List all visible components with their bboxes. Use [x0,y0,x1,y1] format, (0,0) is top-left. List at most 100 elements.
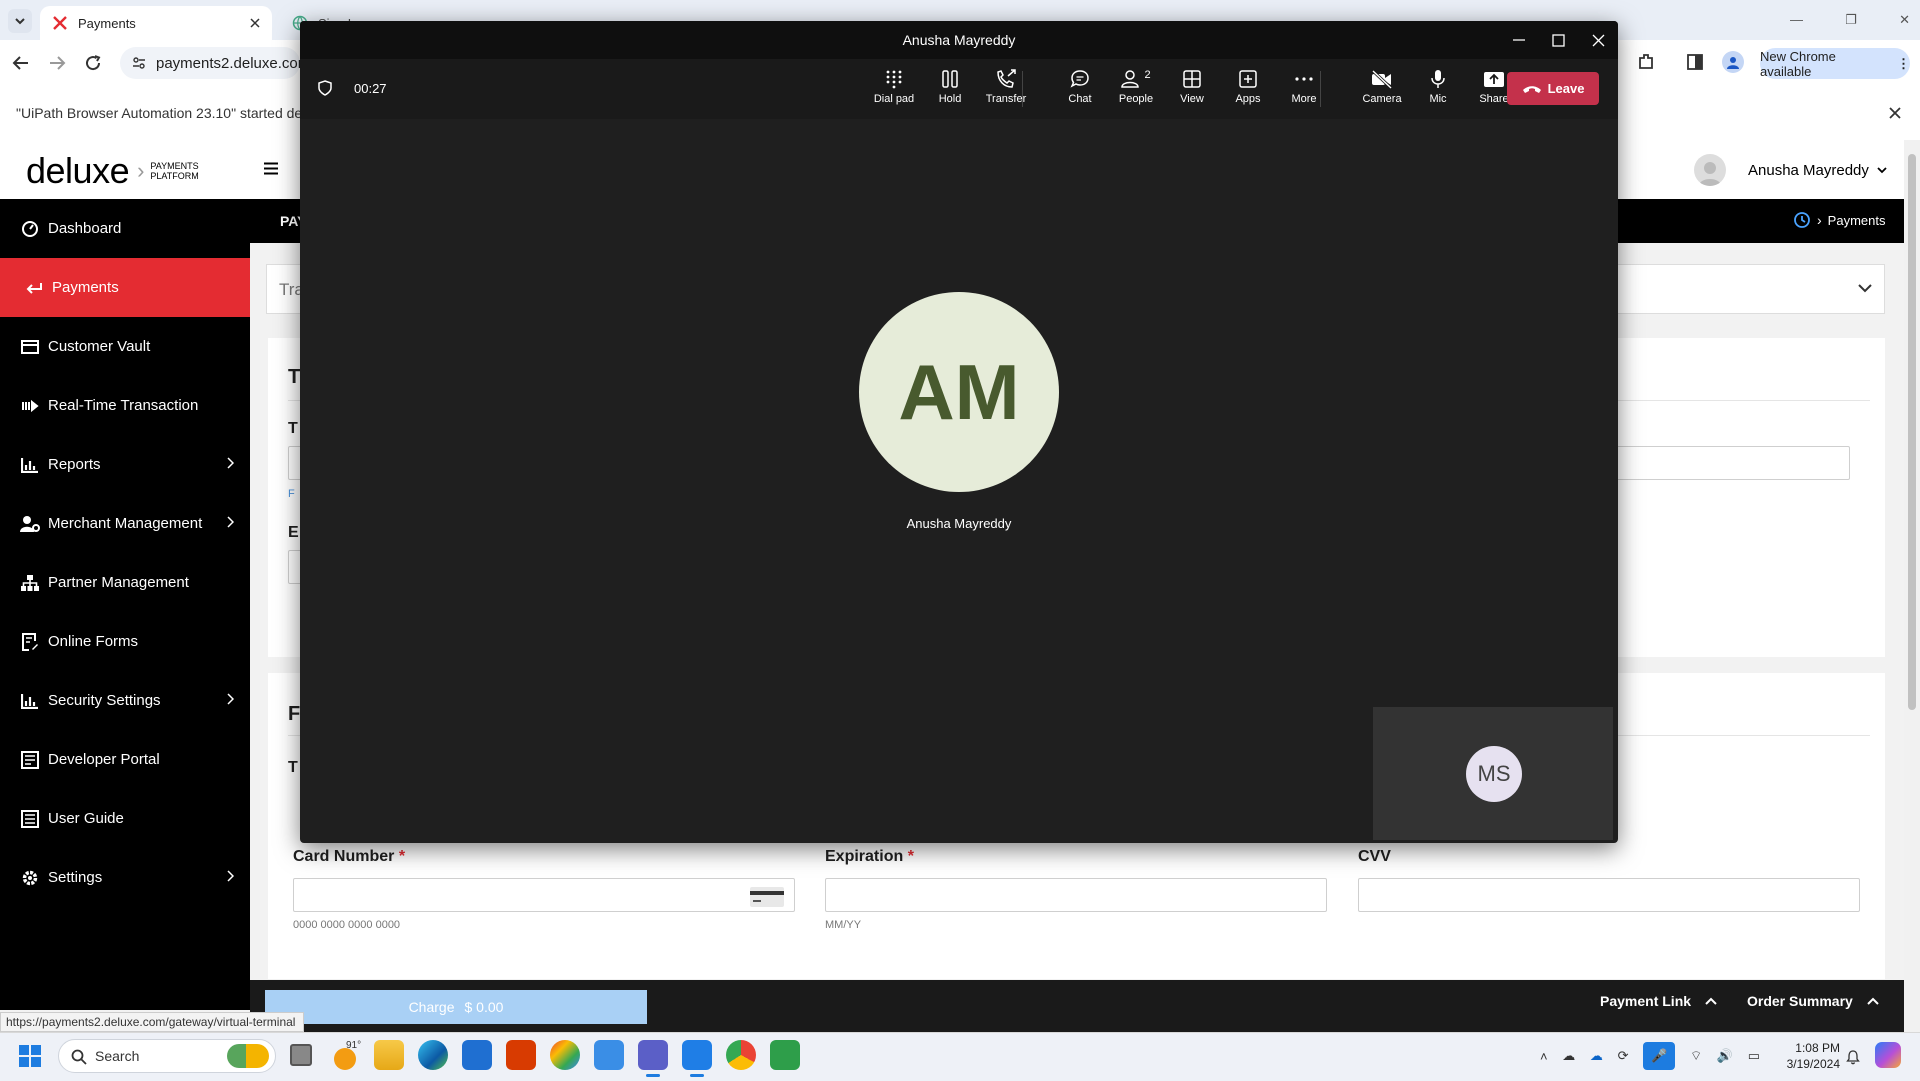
windows-logo-icon [19,1045,41,1067]
people-button[interactable]: 2 People [1110,69,1162,129]
edge-icon[interactable] [418,1040,448,1070]
transfer-button[interactable]: Transfer [980,69,1032,129]
sidebar-item-customer-vault[interactable]: Customer Vault [0,317,250,376]
weather-widget[interactable]: 91° [332,1040,366,1074]
sidebar-item-payments[interactable]: Payments [0,258,250,317]
card-number-label: Card Number * [293,848,406,865]
charge-button[interactable]: Charge $ 0.00 [265,990,647,1024]
skype-icon[interactable] [682,1040,712,1070]
notification-bell-icon[interactable] [1845,1049,1861,1065]
battery-icon[interactable]: ▭ [1748,1048,1760,1064]
partial-label: T [288,366,301,388]
address-bar[interactable]: payments2.deluxe.com/ [120,47,300,79]
notepad-icon[interactable] [594,1040,624,1070]
close-icon[interactable] [1888,106,1902,120]
form-icon [20,632,40,652]
tab-payments[interactable]: Payments [40,6,272,40]
office-icon[interactable] [506,1040,536,1070]
camera-button[interactable]: Camera [1356,69,1408,129]
order-summary-toggle[interactable]: Order Summary [1747,993,1879,1009]
teams-icon[interactable] [638,1040,668,1070]
start-button[interactable] [19,1045,41,1067]
page-scrollbar[interactable] [1904,140,1920,1032]
card-number-input[interactable] [293,878,795,912]
sidebar-item-label: Payments [52,279,119,296]
control-label: Dial pad [873,93,915,105]
chevron-up-icon[interactable]: ˄ [1540,1049,1548,1064]
sidebar-item-label: Developer Portal [48,751,160,768]
sync-icon[interactable]: ⟳ [1618,1048,1629,1064]
sidebar-item-developer-portal[interactable]: Developer Portal [0,730,250,789]
minimize-icon[interactable] [1512,35,1526,45]
user-menu[interactable]: Anusha Mayreddy [1694,154,1887,186]
breadcrumb: › Payments [1793,211,1885,229]
history-icon[interactable] [1793,211,1811,229]
expiration-input[interactable] [825,878,1327,912]
hamburger-menu-icon[interactable] [264,162,278,175]
hold-button[interactable]: Hold [924,69,976,129]
sidebar-item-dashboard[interactable]: Dashboard [0,199,250,258]
search-app-icon[interactable] [550,1040,580,1070]
chat-button[interactable]: Chat [1054,69,1106,129]
green-app-icon[interactable] [770,1040,800,1070]
close-icon[interactable] [1592,34,1605,47]
chevron-right-icon [227,870,234,882]
sidebar-item-security-settings[interactable]: Security Settings [0,671,250,730]
new-chrome-available-button[interactable]: New Chrome available ⋮ [1760,48,1910,79]
dial-pad-button[interactable]: Dial pad [868,69,920,129]
self-view-tile[interactable]: MS [1373,707,1613,840]
mic-active-icon[interactable]: 🎤 [1643,1042,1676,1070]
store-icon[interactable] [462,1040,492,1070]
view-button[interactable]: View [1166,69,1218,129]
taskbar-search[interactable]: Search [58,1039,276,1073]
kebab-menu-icon[interactable]: ⋮ [1897,56,1910,72]
sidebar-item-settings[interactable]: Settings [0,848,250,907]
close-icon[interactable] [250,18,260,28]
sidebar-item-user-guide[interactable]: User Guide [0,789,250,848]
site-info-icon[interactable] [132,56,146,70]
search-placeholder: Search [95,1048,140,1064]
org-chart-icon [20,573,40,593]
wifi-icon[interactable]: ⌔ [1690,1048,1702,1064]
minimize-icon[interactable]: — [1790,12,1803,28]
maximize-icon[interactable] [1552,34,1565,47]
copilot-icon[interactable] [1875,1042,1901,1068]
leave-call-button[interactable]: Leave [1507,72,1599,105]
call-timer: 00:27 [354,81,387,96]
sidebar-item-partner-management[interactable]: Partner Management [0,553,250,612]
apps-button[interactable]: Apps [1222,69,1274,129]
reload-icon[interactable] [84,54,102,72]
back-icon[interactable] [12,54,30,72]
tab-search-button[interactable] [8,9,32,33]
sidebar-item-real-time-transaction[interactable]: Real-Time Transaction [0,376,250,435]
sidebar-item-merchant-management[interactable]: Merchant Management [0,494,250,553]
volume-icon[interactable]: 🔊 [1717,1048,1733,1064]
system-tray: ˄ ☁ ☁ ⟳ 🎤 ⌔ 🔊 ▭ [1540,1042,1760,1070]
task-view-icon[interactable] [290,1044,312,1066]
sidebar: Dashboard Payments Customer Vault Real-T… [0,199,250,1010]
shield-icon[interactable] [318,80,332,96]
more-button[interactable]: More [1278,69,1330,129]
forward-icon[interactable] [48,54,66,72]
sidebar-item-online-forms[interactable]: Online Forms [0,612,250,671]
payment-link-toggle[interactable]: Payment Link [1600,993,1717,1009]
chrome-icon[interactable] [726,1040,756,1070]
scrollbar-thumb[interactable] [1908,154,1916,710]
extensions-icon[interactable] [1636,52,1656,72]
close-icon[interactable]: ✕ [1899,12,1910,28]
chevron-up-icon [1867,997,1879,1005]
logo-chevron: › [137,158,145,183]
code-doc-icon [20,750,40,770]
mic-button[interactable]: Mic [1412,69,1464,129]
file-explorer-icon[interactable] [374,1040,404,1070]
sidebar-item-label: Merchant Management [48,515,203,532]
cloud-icon[interactable]: ☁ [1562,1048,1575,1064]
profile-avatar[interactable] [1722,51,1744,73]
cvv-input[interactable] [1358,878,1860,912]
onedrive-icon[interactable]: ☁ [1590,1048,1603,1064]
deluxe-logo[interactable]: deluxe › PAYMENTS PLATFORM [26,150,199,192]
sidebar-item-reports[interactable]: Reports [0,435,250,494]
restore-icon[interactable]: ❐ [1845,12,1857,28]
side-panel-icon[interactable] [1686,53,1704,71]
taskbar-clock[interactable]: 1:08 PM 3/19/2024 [1770,1040,1840,1072]
